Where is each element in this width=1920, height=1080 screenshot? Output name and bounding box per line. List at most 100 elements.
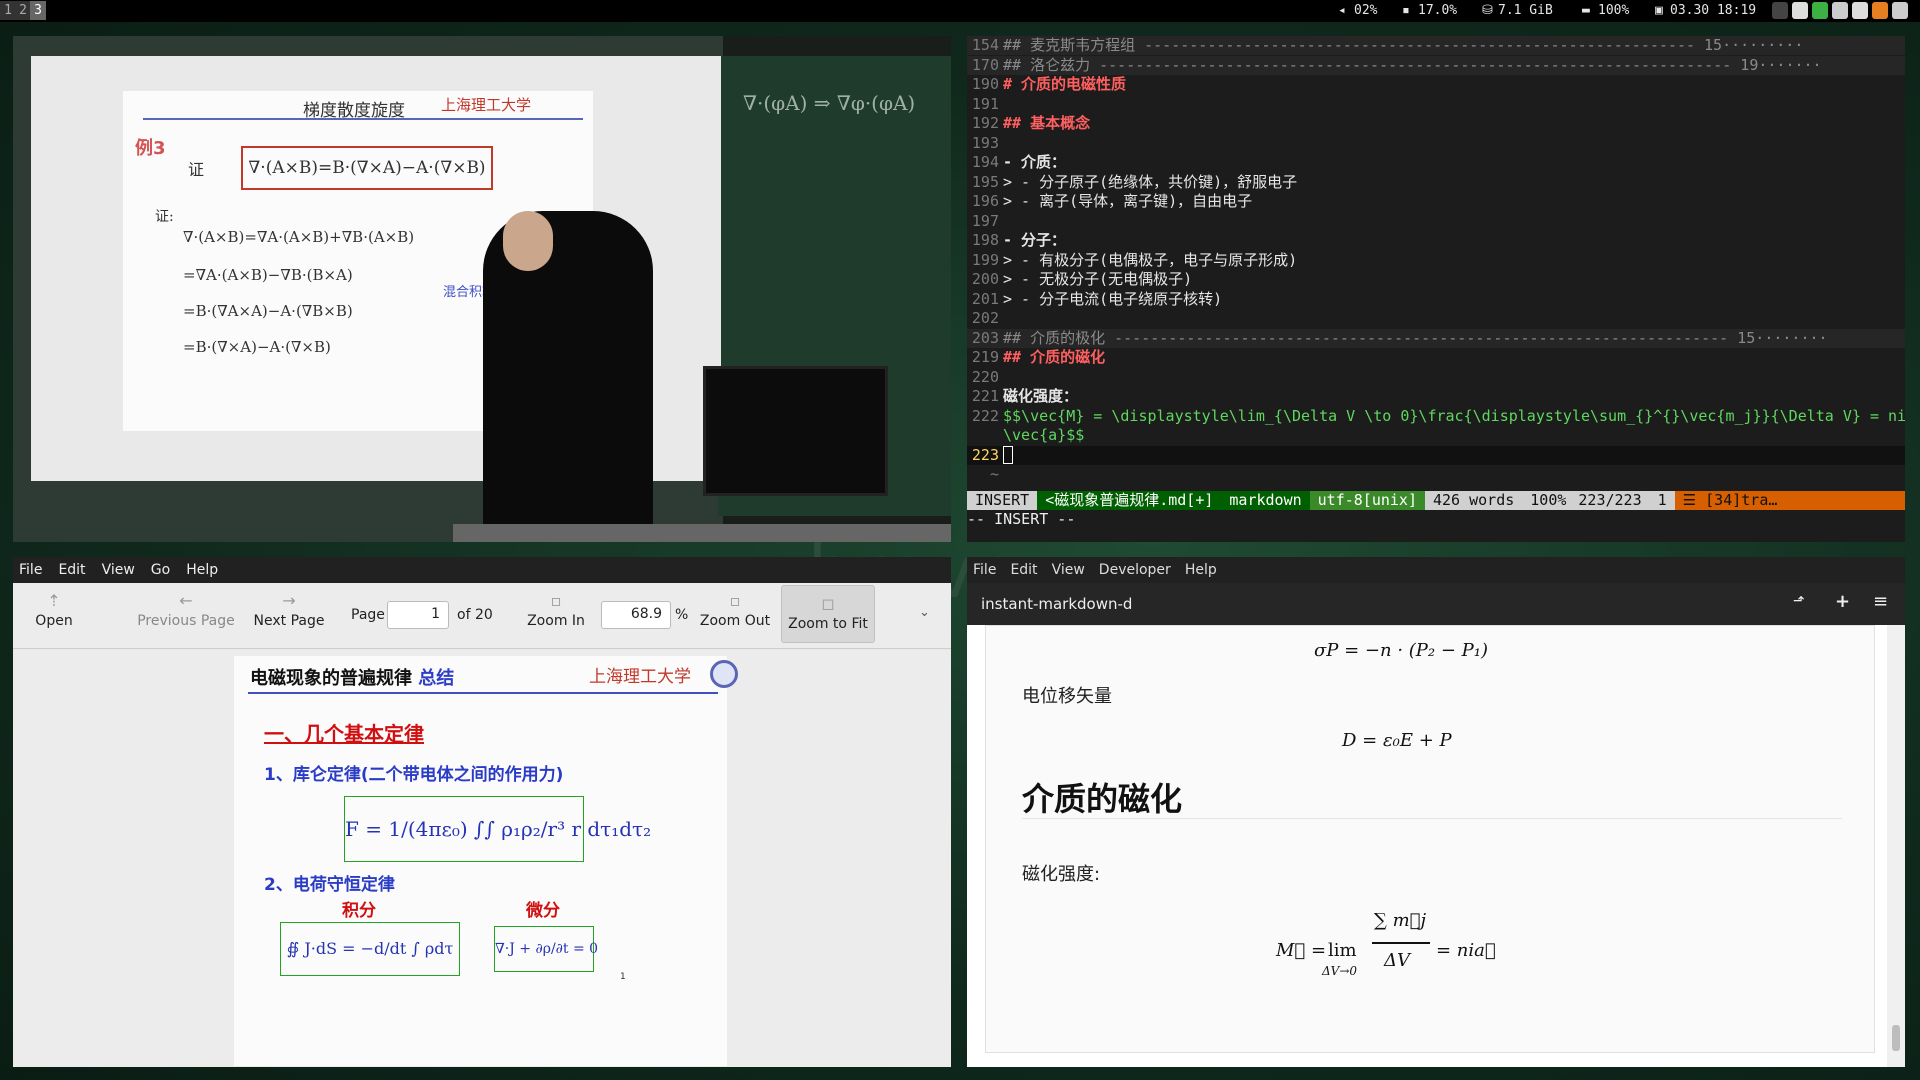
network-tray-icon[interactable] (1832, 2, 1848, 19)
pdf-viewer-window[interactable]: File Edit View Go Help ⇡ Open ← Previous… (13, 557, 951, 1067)
line-number: 222 (971, 406, 999, 425)
proof-line: =B·(∇A×A)−A·(∇B×B) (183, 302, 353, 320)
line-number: 192 (971, 114, 999, 132)
vim-line[interactable]: 221 磁化强度： (967, 387, 1905, 406)
line-number: 194 (971, 153, 999, 171)
unlock-icon[interactable]: ⬏ (1793, 593, 1805, 609)
vim-line[interactable]: 197 (967, 212, 1905, 231)
page-label: Page (351, 607, 385, 623)
vim-editor[interactable]: 154 ## 麦克斯韦方程组 --------------------------… (967, 36, 1905, 542)
vim-fold-line[interactable]: 170 ## 洛仑兹力 -----------------------------… (967, 55, 1905, 75)
line-number: ~ (989, 465, 999, 483)
keyboard-tray-icon[interactable] (1792, 2, 1808, 19)
line-number: 223 (971, 445, 999, 464)
preview-viewport[interactable]: σP = −n · (P₂ − P₁) 电位移矢量 D = ε₀E + P 介质… (967, 625, 1887, 1067)
vim-line[interactable]: 201 > - 分子电流(电子绕原子核转) (967, 290, 1905, 309)
chevron-down-icon[interactable]: ⌄ (919, 605, 930, 620)
differential-form-label: 微分 (526, 901, 560, 921)
vim-line[interactable]: 220 (967, 368, 1905, 387)
vim-line[interactable]: 193 (967, 134, 1905, 153)
next-page-button[interactable]: → Next Page (249, 583, 329, 649)
vim-fold-line[interactable]: 203 ## 介质的极化 ----------------------------… (967, 328, 1905, 348)
coulomb-equation: F = 1/(4πε₀) ∫∫ ρ₁ρ₂/r³ r dτ₁dτ₂ (344, 796, 651, 862)
zoom-level-input[interactable]: 68.9 (601, 601, 671, 629)
workspace-3[interactable]: 3 (30, 1, 46, 20)
menu-file[interactable]: File (19, 562, 42, 578)
differential-equation: ∇·J + ∂ρ/∂t = 0 (494, 926, 598, 972)
preview-scrollbar[interactable] (1887, 625, 1905, 1067)
integral-form-label: 积分 (342, 901, 376, 921)
proof-line: =B·(∇×A)−A·(∇×B) (183, 338, 331, 356)
example-label: 例3 (135, 138, 166, 159)
zoom-to-fit-button[interactable]: ◻ Zoom to Fit (781, 585, 875, 643)
lecture-video[interactable]: ∇·(φA) ⇒ ∇φ·(φA) 梯度散度旋度 上海理工大学 例3 证 ∇·(A… (13, 36, 951, 542)
line-text: > - 分子原子(绝缘体，共价键)，舒服电子 (1003, 172, 1298, 191)
vim-fold-line[interactable]: 154 ## 麦克斯韦方程组 --------------------------… (967, 36, 1905, 55)
vim-line[interactable]: 190 # 介质的电磁性质 (967, 75, 1905, 94)
page-number-input[interactable]: 1 (387, 601, 449, 629)
zoom-out-icon: ▫ (729, 591, 741, 610)
vim-line[interactable]: 192 ## 基本概念 (967, 114, 1905, 133)
calendar-icon: ▣ (1655, 3, 1663, 18)
new-tab-icon[interactable]: + (1835, 591, 1850, 612)
vim-line[interactable]: ~ (967, 465, 1905, 484)
proof-line: ∇·(A×B)=∇A·(A×B)+∇B·(A×B) (183, 228, 415, 246)
shield-tray-icon[interactable] (1852, 2, 1868, 19)
line-number: 200 (971, 270, 999, 288)
check-tray-icon[interactable] (1812, 2, 1828, 19)
heading-rule (1022, 818, 1842, 819)
vim-line[interactable]: \vec{a}$$ (967, 426, 1905, 445)
paperclip-tray-icon[interactable] (1772, 2, 1788, 19)
menu-help[interactable]: Help (186, 562, 218, 578)
menu-edit[interactable]: Edit (58, 562, 85, 578)
pdf-document-area[interactable]: 电磁现象的普遍规律 总结 上海理工大学 一、几个基本定律 1、库仑定律(二个带电… (13, 650, 951, 1067)
boxed-equation: ∇·(A×B)=B·(∇×A)−A·(∇×B) (241, 146, 493, 190)
vim-cmdline: -- INSERT -- (967, 510, 1076, 528)
vim-line[interactable]: 195 > - 分子原子(绝缘体，共价键)，舒服电子 (967, 173, 1905, 192)
menu-view[interactable]: View (102, 562, 135, 578)
memory-percent: 17.0% (1418, 3, 1458, 18)
menu-go[interactable]: Go (151, 562, 170, 578)
eq-lim: lim (1328, 940, 1357, 961)
previous-page-button[interactable]: ← Previous Page (131, 583, 241, 649)
menu-view[interactable]: View (1052, 562, 1085, 578)
line-text: ## 介质的极化 -------------------------------… (1003, 328, 1828, 347)
workspace-2[interactable]: 2 (15, 1, 31, 20)
menu-help[interactable]: Help (1185, 562, 1217, 578)
volume-tray-icon[interactable] (1892, 2, 1908, 19)
open-button[interactable]: ⇡ Open (23, 583, 85, 649)
workspace-1[interactable]: 1 (0, 1, 16, 20)
vim-line[interactable]: 199 > - 有极分子(电偶极子，电子与原子形成) (967, 251, 1905, 270)
line-number: 190 (971, 75, 999, 93)
vim-line[interactable]: 196 > - 离子(导体，离子键)，自由电子 (967, 192, 1905, 211)
menu-edit[interactable]: Edit (1010, 562, 1037, 578)
vim-line[interactable]: 223 (967, 445, 1905, 465)
vim-line[interactable]: 219 ## 介质的磁化 (967, 348, 1905, 367)
line-text: > - 有极分子(电偶极子，电子与原子形成) (1003, 250, 1298, 269)
line-text: 磁化强度： (1003, 387, 1079, 405)
vim-line[interactable]: 198- 分子： (967, 231, 1905, 250)
vim-line[interactable]: 191 (967, 95, 1905, 114)
hamburger-menu-icon[interactable]: ≡ (1873, 591, 1888, 612)
vim-line[interactable]: 222 $$\vec{M} = \displaystyle\lim_{\Delta… (967, 407, 1905, 426)
menu-developer[interactable]: Developer (1099, 562, 1171, 578)
line-number: 201 (971, 289, 999, 308)
podium-desk (453, 524, 951, 542)
menu-file[interactable]: File (973, 562, 996, 578)
open-label: Open (35, 613, 73, 629)
vim-line[interactable]: 202 (967, 309, 1905, 328)
play-tray-icon[interactable] (1872, 2, 1888, 19)
scrollbar-thumb[interactable] (1892, 1025, 1900, 1051)
line-text: ## 洛仑兹力 --------------------------------… (1003, 55, 1822, 74)
zoom-out-button[interactable]: ▫ Zoom Out (695, 583, 775, 649)
line-number: 219 (971, 348, 999, 366)
line-number: 221 (971, 387, 999, 405)
status-percent: 100% (1522, 491, 1571, 510)
vim-line[interactable]: 194- 介质： (967, 153, 1905, 172)
zoom-in-button[interactable]: ▫ Zoom In (521, 583, 591, 649)
zoom-to-fit-label: Zoom to Fit (788, 616, 868, 632)
line-text: \vec{a}$$ (1003, 426, 1085, 444)
markdown-preview-window[interactable]: File Edit View Developer Help instant-ma… (967, 557, 1905, 1067)
vim-line[interactable]: 200 > - 无极分子(无电偶极子) (967, 270, 1905, 289)
integral-equation: ∯ J·dS = −d/dt ∫ ρdτ (280, 922, 460, 976)
